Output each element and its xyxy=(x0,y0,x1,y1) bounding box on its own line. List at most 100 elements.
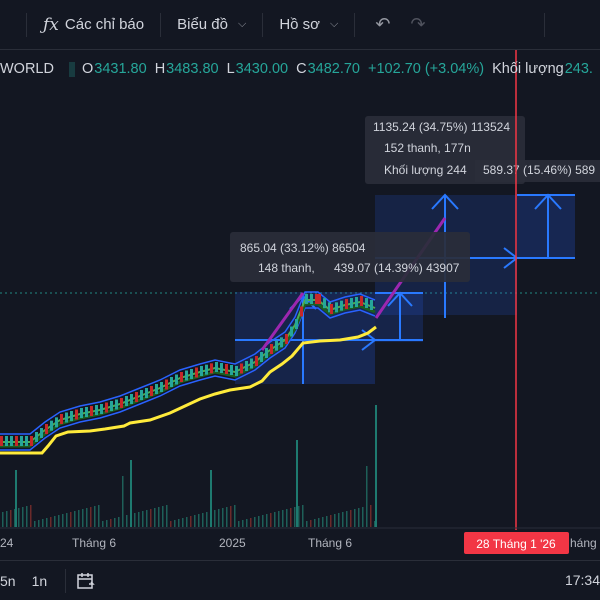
price-candle xyxy=(55,417,58,428)
price-candle xyxy=(100,404,103,414)
high-key: H xyxy=(154,61,166,77)
indicators-label: Các chỉ báo xyxy=(64,16,145,33)
measure-label-2-line3b: 589.37 (15.46%) 589 xyxy=(483,163,595,177)
x-tick-3: 2025 xyxy=(219,536,246,550)
measure-label-2-line3a: Khối lượng 244 xyxy=(384,163,467,177)
price-candle xyxy=(60,414,63,424)
indicators-button[interactable]: ƒx Các chỉ báo xyxy=(37,11,150,39)
volume-spike xyxy=(296,440,298,527)
volume-bar xyxy=(50,517,52,527)
measure-label-2-line1: 1135.24 (34.75%) 113524 xyxy=(373,120,510,134)
bottom-divider xyxy=(65,568,67,593)
change-value: +102.70 (+3.04%) xyxy=(368,61,485,77)
volume-bar xyxy=(142,511,144,527)
volume-bar xyxy=(362,507,364,527)
volume-bar xyxy=(46,518,48,527)
volume-bar xyxy=(310,520,312,527)
volume-bar xyxy=(102,521,104,527)
ohlc-legend: WORLD O 3431.80 H 3483.80 L 3430.00 C 3482.7… xyxy=(0,58,600,80)
price-candle xyxy=(240,363,243,374)
chart-type-button[interactable]: Biểu đồ ⌵ xyxy=(171,12,252,37)
volume-bar xyxy=(294,507,296,527)
redo-icon[interactable]: ↷ xyxy=(400,10,435,39)
open-key: O xyxy=(81,61,94,77)
volume-bar xyxy=(234,505,236,527)
volume-bar xyxy=(154,508,156,527)
price-candle xyxy=(35,432,38,442)
volume-bar xyxy=(26,506,28,527)
clock-readout[interactable]: 17:34 xyxy=(565,572,600,588)
volume-bar xyxy=(110,519,112,527)
price-candle xyxy=(10,436,13,446)
volume-bar xyxy=(122,476,124,527)
volume-bar xyxy=(94,506,96,527)
volume-bar xyxy=(74,511,76,527)
price-candle xyxy=(90,406,93,416)
volume-bar xyxy=(326,516,328,527)
price-candle xyxy=(285,334,288,344)
price-candle xyxy=(215,362,218,372)
toolbar-divider xyxy=(160,12,162,37)
volume-bar xyxy=(346,511,348,527)
price-candle xyxy=(265,348,268,358)
price-candle xyxy=(30,436,33,446)
price-candle xyxy=(150,386,153,396)
price-candle xyxy=(170,377,173,387)
price-candle xyxy=(280,337,283,348)
price-candle xyxy=(270,344,273,354)
volume-bar xyxy=(42,519,44,527)
volume-bar xyxy=(242,520,244,527)
price-candle xyxy=(220,363,223,373)
volume-bar xyxy=(246,519,248,527)
measure-box-2b xyxy=(517,195,575,258)
price-candle xyxy=(140,390,143,400)
volume-bar xyxy=(182,518,184,527)
symbol-name[interactable]: WORLD xyxy=(0,61,54,77)
price-candle xyxy=(165,379,168,390)
price-candle xyxy=(125,396,128,406)
volume-bar xyxy=(330,515,332,527)
undo-icon[interactable]: ↶ xyxy=(365,10,400,39)
volume-bar xyxy=(334,514,336,527)
price-candle xyxy=(175,374,178,385)
volume-bar xyxy=(174,520,176,527)
price-candle xyxy=(345,299,348,309)
volume-bar xyxy=(38,520,40,527)
x-tick-2: Tháng 6 xyxy=(72,536,116,550)
volume-bar xyxy=(298,506,300,527)
volume-spike xyxy=(210,470,212,527)
volume-bar xyxy=(194,515,196,527)
volume-bar xyxy=(166,505,168,527)
profile-button[interactable]: Hồ sơ ⌵ xyxy=(273,12,344,37)
volume-bar xyxy=(78,510,80,527)
chart-type-label: Biểu đồ xyxy=(177,16,228,33)
volume-bar xyxy=(10,510,12,527)
price-candle xyxy=(190,369,193,379)
range-5n-button[interactable]: 5n xyxy=(0,573,24,589)
volume-bar xyxy=(90,507,92,527)
volume-label: Khối lượng xyxy=(492,61,564,77)
price-candle xyxy=(130,394,133,404)
price-candle xyxy=(75,409,78,420)
price-candle xyxy=(245,361,248,371)
calendar-icon[interactable] xyxy=(76,572,96,590)
volume-bar xyxy=(54,516,56,527)
volume-bar xyxy=(266,514,268,527)
volume-bar xyxy=(342,512,344,527)
price-candle xyxy=(225,364,228,374)
toolbar-divider xyxy=(26,12,27,37)
volume-bar xyxy=(214,510,216,527)
volume-bar xyxy=(170,521,172,527)
profile-label: Hồ sơ xyxy=(279,16,321,33)
range-1n-button[interactable]: 1n xyxy=(24,573,56,589)
volume-bar xyxy=(114,518,116,527)
volume-bar xyxy=(350,510,352,527)
volume-value: 243. xyxy=(564,61,593,77)
volume-bar xyxy=(178,519,180,527)
price-chart[interactable]: 865.04 (33.12%) 86504 148 thanh, 439.07 … xyxy=(0,0,600,600)
price-candle xyxy=(335,302,338,313)
price-candle xyxy=(370,300,373,310)
price-candle xyxy=(330,304,333,314)
volume-bar xyxy=(318,518,320,527)
price-candle xyxy=(255,356,258,366)
